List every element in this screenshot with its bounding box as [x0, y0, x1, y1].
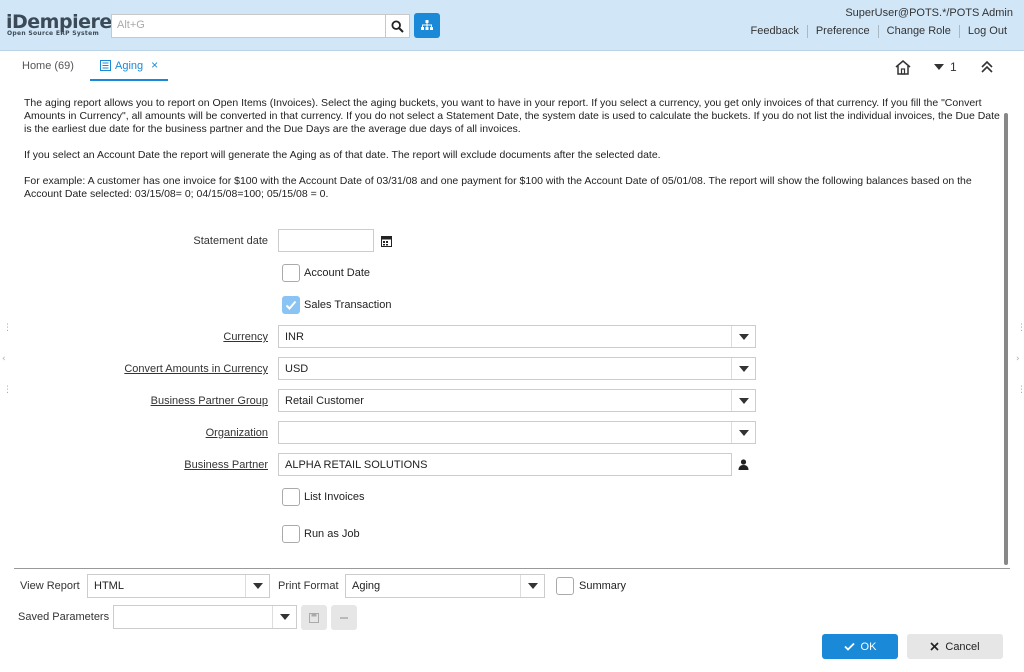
bp-group-label[interactable]: Business Partner Group [151, 395, 268, 407]
tab-aging-label: Aging [115, 60, 144, 72]
process-description: The aging report allows you to report on… [24, 97, 1004, 214]
user-role-label[interactable]: SuperUser@POTS.*/POTS Admin [845, 7, 1013, 19]
logout-link[interactable]: Log Out [958, 25, 1015, 38]
home-icon[interactable] [894, 59, 912, 78]
print-format-dropdown-button[interactable] [520, 575, 544, 597]
ok-button[interactable]: OK [822, 634, 898, 659]
list-invoices-label: List Invoices [304, 491, 365, 503]
check-icon [843, 642, 855, 651]
preference-link[interactable]: Preference [806, 25, 878, 38]
account-date-checkbox[interactable] [282, 264, 300, 282]
print-format-select[interactable]: Aging [345, 574, 545, 598]
chevron-down-icon [934, 64, 944, 70]
print-format-label: Print Format [278, 580, 339, 592]
tab-home[interactable]: Home (69) [22, 60, 74, 72]
left-splitter-handle-2[interactable]: ⋮ [3, 386, 12, 395]
saved-parameters-dropdown-button[interactable] [272, 606, 296, 628]
run-as-job-label: Run as Job [304, 528, 360, 540]
cancel-label: Cancel [945, 640, 980, 653]
window-count: 1 [950, 60, 957, 74]
sales-transaction-label: Sales Transaction [304, 299, 392, 311]
bp-group-select[interactable]: Retail Customer [278, 389, 756, 412]
print-format-value: Aging [352, 580, 381, 592]
statement-date-label: Statement date [193, 235, 268, 247]
close-icon[interactable]: × [151, 59, 158, 79]
left-splitter-handle[interactable]: ⋮ [3, 324, 12, 333]
report-icon [100, 60, 111, 71]
left-expand-arrow[interactable]: ‹ [2, 355, 6, 364]
list-invoices-checkbox[interactable] [282, 488, 300, 506]
convert-currency-select[interactable]: USD [278, 357, 756, 380]
view-report-label: View Report [20, 580, 80, 592]
window-list-dropdown[interactable]: 1 [934, 60, 957, 74]
currency-label[interactable]: Currency [223, 331, 268, 343]
window-tabbar: Home (69) Aging × [0, 51, 1024, 83]
description-paragraph: If you select an Account Date the report… [24, 149, 661, 161]
chevron-down-icon [252, 583, 263, 589]
description-paragraph: The aging report allows you to report on… [24, 97, 1000, 135]
menu-tree-button[interactable] [414, 13, 440, 38]
save-icon [309, 612, 319, 623]
view-report-dropdown-button[interactable] [245, 575, 269, 597]
chevron-down-icon [738, 365, 749, 372]
feedback-link[interactable]: Feedback [743, 25, 807, 38]
sitemap-icon [421, 20, 433, 30]
close-icon [930, 642, 939, 651]
cancel-button[interactable]: Cancel [907, 634, 1003, 659]
person-icon[interactable] [738, 459, 749, 473]
chevron-down-icon [738, 397, 749, 404]
change-role-link[interactable]: Change Role [877, 25, 959, 38]
organization-label[interactable]: Organization [206, 427, 268, 439]
statement-date-input[interactable] [278, 229, 374, 252]
delete-parameters-button[interactable] [331, 605, 357, 630]
currency-dropdown-button[interactable] [731, 326, 755, 347]
logo-text: iDempiere [6, 11, 112, 33]
description-paragraph: For example: A customer has one invoice … [24, 175, 972, 200]
ok-label: OK [860, 640, 877, 653]
view-report-select[interactable]: HTML [87, 574, 270, 598]
chevron-down-icon [738, 429, 749, 436]
minus-icon [340, 616, 348, 619]
logo-subtitle: Open Source ERP System [7, 30, 100, 37]
app-header: iDempiere Open Source ERP System Alt+G S… [0, 0, 1024, 51]
summary-label: Summary [579, 580, 627, 592]
account-date-label: Account Date [304, 267, 371, 279]
chevron-down-icon [279, 614, 290, 620]
header-links: Feedback Preference Change Role Log Out [743, 25, 1015, 38]
organization-select[interactable] [278, 421, 756, 444]
currency-value: INR [285, 331, 304, 343]
chevron-down-icon [527, 583, 538, 589]
right-splitter-handle[interactable]: ⋮ [1017, 324, 1024, 333]
run-as-job-checkbox[interactable] [282, 525, 300, 543]
business-partner-input[interactable]: ALPHA RETAIL SOLUTIONS [278, 453, 732, 476]
idempiere-logo[interactable]: iDempiere Open Source ERP System [6, 11, 112, 38]
convert-currency-label[interactable]: Convert Amounts in Currency [124, 363, 268, 375]
search-button[interactable] [386, 14, 410, 38]
convert-currency-value: USD [285, 363, 309, 375]
right-splitter-handle-2[interactable]: ⋮ [1017, 386, 1024, 395]
saved-parameters-label: Saved Parameters [18, 611, 110, 623]
save-parameters-button[interactable] [301, 605, 327, 630]
collapse-icon[interactable] [979, 59, 995, 78]
chevron-down-icon [738, 333, 749, 340]
tab-aging[interactable]: Aging × [90, 51, 169, 81]
currency-select[interactable]: INR [278, 325, 756, 348]
sales-transaction-checkbox[interactable] [282, 296, 300, 314]
right-expand-arrow[interactable]: › [1016, 355, 1020, 364]
view-report-value: HTML [94, 580, 124, 592]
vertical-scrollbar[interactable] [1004, 113, 1008, 565]
search-icon [391, 19, 404, 33]
bp-group-value: Retail Customer [285, 395, 364, 407]
bp-group-dropdown-button[interactable] [731, 390, 755, 411]
global-search-input[interactable]: Alt+G [111, 14, 386, 38]
business-partner-label[interactable]: Business Partner [184, 459, 268, 471]
summary-checkbox[interactable] [556, 577, 574, 595]
calendar-icon[interactable] [381, 235, 392, 250]
saved-parameters-select[interactable] [113, 605, 297, 629]
checkmark-icon [285, 300, 297, 310]
organization-dropdown-button[interactable] [731, 422, 755, 443]
convert-currency-dropdown-button[interactable] [731, 358, 755, 379]
